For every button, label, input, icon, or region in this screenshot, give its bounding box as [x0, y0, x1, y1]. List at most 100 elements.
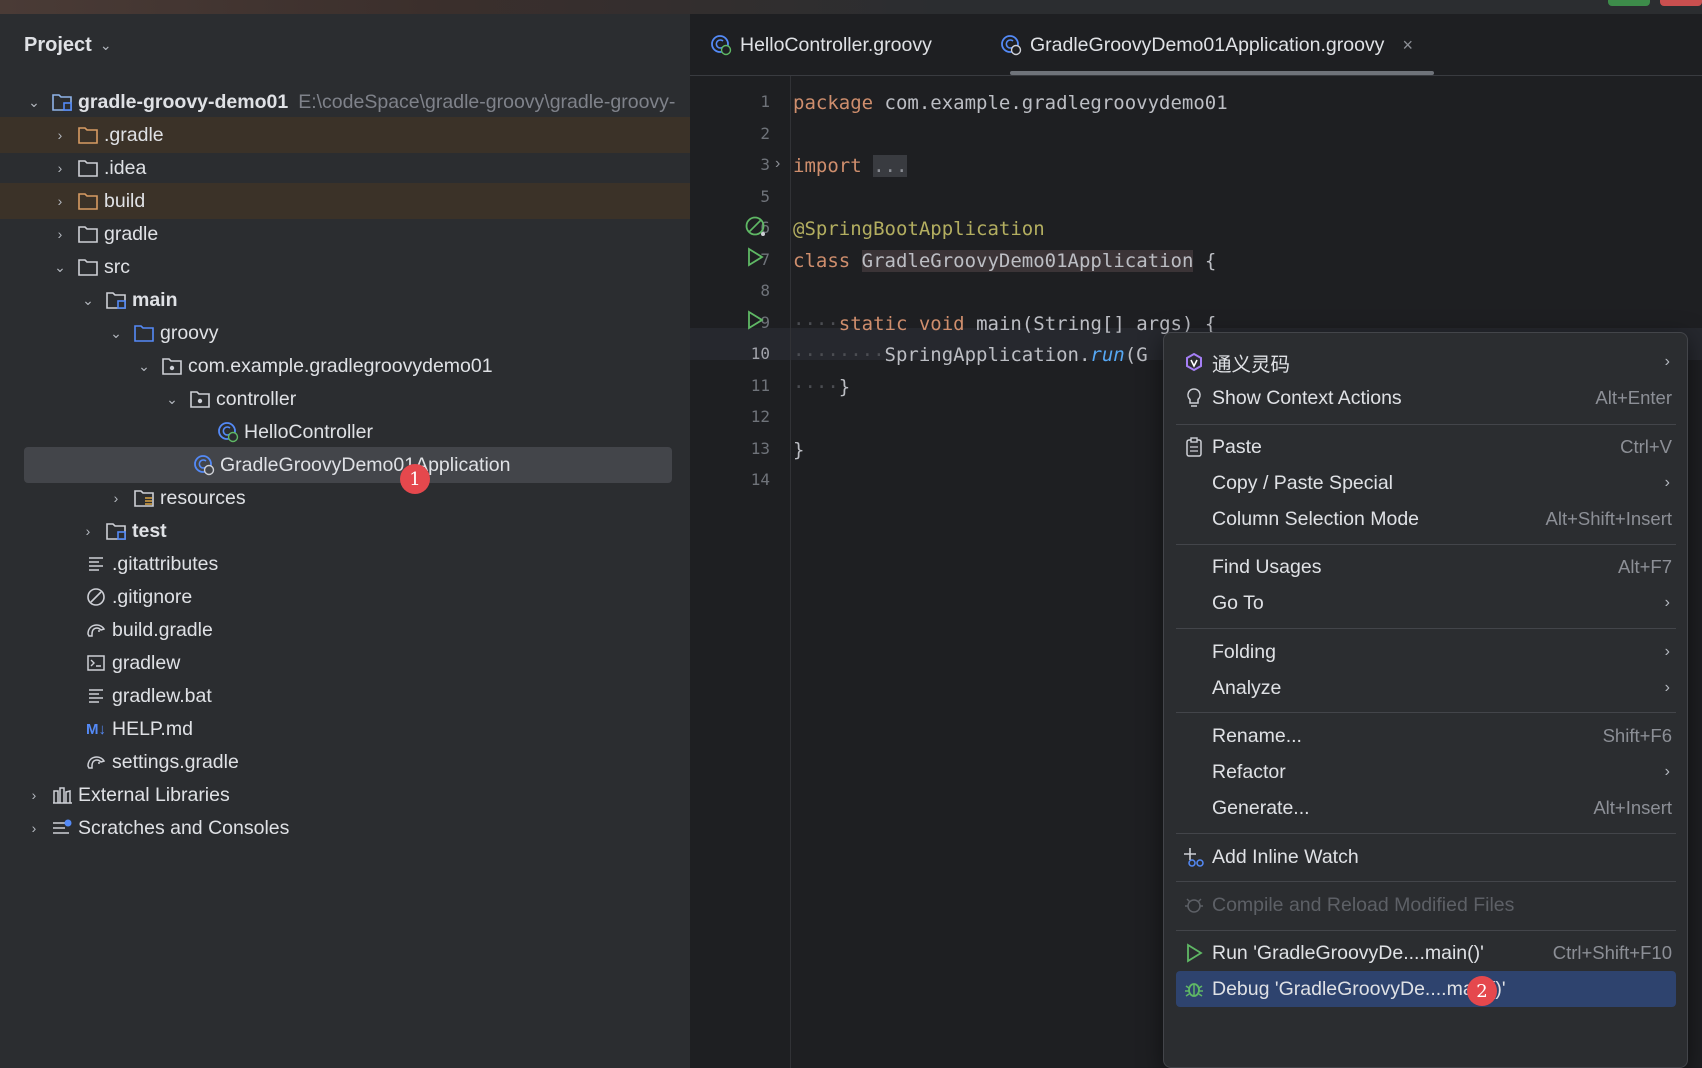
- groovy-class-run-icon: [192, 455, 216, 476]
- menu-separator: [1176, 881, 1676, 882]
- project-panel-header[interactable]: Project ⌄: [24, 34, 112, 57]
- module-folder-icon: [104, 521, 128, 541]
- tree-item-gradle-dir[interactable]: › .gradle: [0, 117, 690, 153]
- code-line-3[interactable]: import ...: [793, 155, 908, 177]
- tree-item-hellocontroller[interactable]: HelloController: [0, 414, 690, 450]
- text-file-icon: [84, 554, 108, 574]
- spring-bean-icon[interactable]: [744, 215, 768, 244]
- folded-imports[interactable]: ...: [873, 155, 908, 177]
- chevron-right-icon[interactable]: ›: [78, 523, 98, 539]
- tree-item-root[interactable]: ⌄ gradle-groovy-demo01 E:\codeSpace\grad…: [0, 84, 690, 120]
- run-gutter-icon[interactable]: [744, 246, 766, 273]
- groovy-class-icon: [710, 34, 732, 56]
- tab-hellocontroller[interactable]: HelloController.groovy: [710, 14, 932, 76]
- menu-item-refactor[interactable]: Refactor ›: [1176, 754, 1676, 790]
- menu-item-paste[interactable]: Paste Ctrl+V: [1176, 429, 1676, 465]
- tree-item-gitattributes[interactable]: .gitattributes: [0, 546, 690, 582]
- code-line-10[interactable]: ········SpringApplication.run(G: [793, 344, 1148, 366]
- code-line-13[interactable]: }: [793, 439, 804, 461]
- window-control-green[interactable]: [1608, 0, 1650, 6]
- menu-item-folding[interactable]: Folding ›: [1176, 634, 1676, 670]
- chevron-right-icon[interactable]: ›: [50, 226, 70, 242]
- menu-item-run[interactable]: Run 'GradleGroovyDe....main()' Ctrl+Shif…: [1176, 935, 1676, 971]
- tab-application[interactable]: GradleGroovyDemo01Application.groovy ×: [1000, 14, 1413, 76]
- tree-item-application-selected[interactable]: GradleGroovyDemo01Application: [24, 447, 672, 483]
- menu-item-debug[interactable]: Debug 'GradleGroovyDe....main()': [1176, 971, 1676, 1007]
- gradle-elephant-icon: [84, 620, 108, 640]
- tree-item-package[interactable]: ⌄ com.example.gradlegroovydemo01: [0, 348, 690, 384]
- chevron-down-icon[interactable]: ⌄: [134, 358, 154, 375]
- chevron-right-icon[interactable]: ›: [50, 193, 70, 209]
- tree-item-gradle[interactable]: › gradle: [0, 216, 690, 252]
- tree-item-src[interactable]: ⌄ src: [0, 249, 690, 285]
- code-line-9[interactable]: ····static void main(String[] args) {: [793, 313, 1216, 335]
- chevron-down-icon[interactable]: ⌄: [24, 94, 44, 111]
- tree-item-gradlew[interactable]: gradlew: [0, 645, 690, 681]
- chevron-right-icon[interactable]: ›: [24, 820, 44, 836]
- chevron-down-icon[interactable]: ⌄: [100, 37, 112, 54]
- line-number-current: 10: [750, 344, 770, 363]
- tree-item-gradlew-bat[interactable]: gradlew.bat: [0, 678, 690, 714]
- text-file-icon: [84, 686, 108, 706]
- chevron-right-icon: ›: [1664, 594, 1670, 611]
- menu-item-analyze[interactable]: Analyze ›: [1176, 670, 1676, 706]
- tree-item-gitignore[interactable]: .gitignore: [0, 579, 690, 615]
- menu-item-find-usages[interactable]: Find Usages Alt+F7: [1176, 549, 1676, 585]
- chevron-down-icon[interactable]: ⌄: [106, 325, 126, 342]
- tree-item-build[interactable]: › build: [0, 183, 690, 219]
- window-control-red[interactable]: [1660, 0, 1702, 6]
- chevron-down-icon[interactable]: ⌄: [78, 292, 98, 309]
- tree-item-controller[interactable]: ⌄ controller: [0, 381, 690, 417]
- menu-item-copy-paste-special[interactable]: Copy / Paste Special ›: [1176, 465, 1676, 501]
- menu-item-column-selection-mode[interactable]: Column Selection Mode Alt+Shift+Insert: [1176, 501, 1676, 537]
- line-number: 14: [750, 470, 770, 489]
- run-icon: [1176, 943, 1212, 963]
- folder-icon: [76, 224, 100, 244]
- step-badge-1: 1: [400, 464, 430, 494]
- chevron-right-icon[interactable]: ›: [106, 490, 126, 506]
- line-number: 12: [750, 407, 770, 426]
- menu-item-go-to[interactable]: Go To ›: [1176, 585, 1676, 621]
- menu-item-show-context-actions[interactable]: Show Context Actions Alt+Enter: [1176, 380, 1676, 416]
- menu-item-rename[interactable]: Rename... Shift+F6: [1176, 718, 1676, 754]
- tree-item-build-gradle[interactable]: build.gradle: [0, 612, 690, 648]
- tree-item-groovy[interactable]: ⌄ groovy: [0, 315, 690, 351]
- chevron-down-icon[interactable]: ⌄: [162, 391, 182, 408]
- menu-item-label: Find Usages: [1212, 555, 1322, 578]
- tree-item-label: gradlew: [112, 651, 181, 674]
- code-line-11[interactable]: ····}: [793, 376, 850, 398]
- tree-item-resources[interactable]: › resources: [0, 480, 690, 516]
- run-gutter-icon[interactable]: [744, 309, 766, 336]
- tree-item-settings-gradle[interactable]: settings.gradle: [0, 744, 690, 780]
- chevron-right-icon[interactable]: ›: [50, 127, 70, 143]
- code-line-7[interactable]: class GradleGroovyDemo01Application {: [793, 250, 1216, 272]
- tree-item-label: build.gradle: [112, 618, 213, 641]
- tree-item-help-md[interactable]: M↓ HELP.md: [0, 711, 690, 747]
- tree-item-scratches[interactable]: › Scratches and Consoles: [0, 810, 690, 846]
- tree-item-external-libraries[interactable]: › External Libraries: [0, 777, 690, 813]
- menu-item-shortcut: Ctrl+V: [1620, 436, 1672, 457]
- close-icon[interactable]: ×: [1402, 35, 1413, 56]
- code-line-1[interactable]: package com.example.gradlegroovydemo01: [793, 92, 1228, 114]
- tree-item-test[interactable]: › test: [0, 513, 690, 549]
- menu-item-label: Refactor: [1212, 760, 1286, 783]
- code-text: com.example.gradlegroovydemo01: [873, 92, 1228, 114]
- fold-expand-icon[interactable]: ›: [775, 155, 780, 173]
- tree-item-idea[interactable]: › .idea: [0, 150, 690, 186]
- line-number: 11: [750, 376, 770, 395]
- menu-item-generate[interactable]: Generate... Alt+Insert: [1176, 790, 1676, 826]
- add-watch-icon: [1176, 846, 1212, 868]
- code-line-6[interactable]: @SpringBootApplication: [793, 218, 1045, 240]
- menu-item-label: Analyze: [1212, 676, 1282, 699]
- menu-item-add-inline-watch[interactable]: Add Inline Watch: [1176, 839, 1676, 875]
- tree-item-label: test: [132, 519, 167, 542]
- lightbulb-icon: [1176, 387, 1212, 409]
- chevron-down-icon[interactable]: ⌄: [50, 259, 70, 276]
- menu-separator: [1176, 544, 1676, 545]
- tab-label: GradleGroovyDemo01Application.groovy: [1030, 33, 1385, 56]
- chevron-right-icon[interactable]: ›: [50, 160, 70, 176]
- chevron-right-icon[interactable]: ›: [24, 787, 44, 803]
- menu-item-tongyi[interactable]: 通义灵码 ›: [1176, 344, 1676, 380]
- tree-item-main[interactable]: ⌄ main: [0, 282, 690, 318]
- project-path: E:\codeSpace\gradle-groovy\gradle-groovy…: [298, 90, 676, 113]
